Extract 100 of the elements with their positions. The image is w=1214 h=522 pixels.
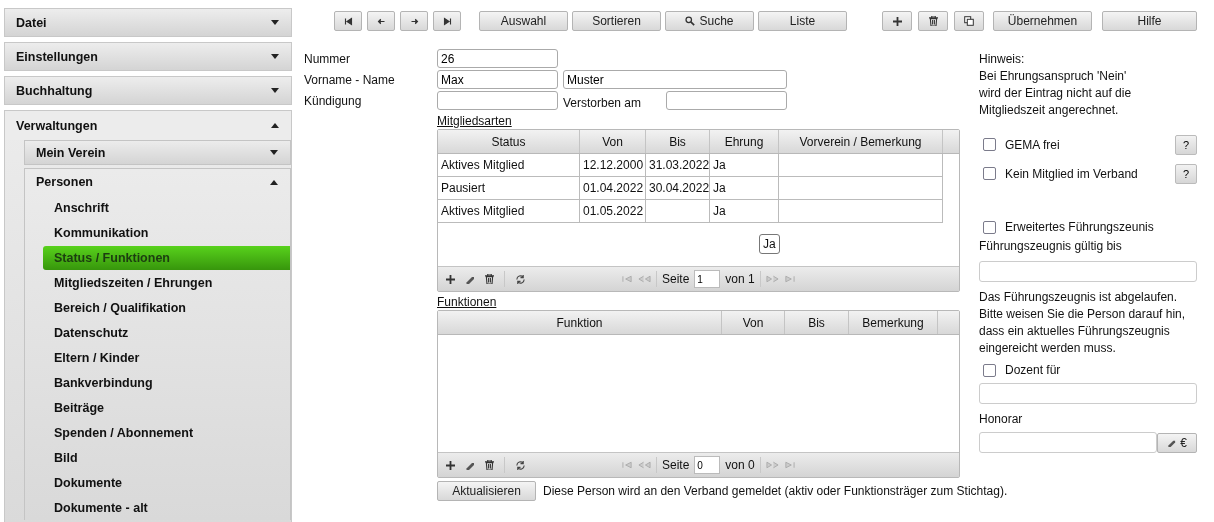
column-header[interactable]: Bis (646, 130, 710, 153)
field-label: Nummer (304, 51, 351, 66)
sidebar-item[interactable]: Mitgliedszeiten / Ehrungen (43, 271, 290, 295)
toolbar-button[interactable]: Hilfe (1102, 11, 1197, 31)
trash-icon[interactable] (485, 460, 494, 470)
page-field[interactable]: 1 (694, 270, 721, 288)
page-label: Seite (662, 272, 690, 286)
column-header[interactable]: Von (580, 130, 646, 153)
help-button[interactable]: ? (1175, 163, 1197, 184)
page-count: von 1 (725, 272, 755, 286)
update-button[interactable]: Aktualisieren (437, 481, 536, 501)
table-cell: Ja (710, 200, 779, 222)
toolbar-button[interactable] (918, 11, 948, 31)
sidebar-subsection[interactable]: Personen (25, 169, 290, 195)
checkbox[interactable] (983, 363, 996, 377)
column-header[interactable]: Status (438, 130, 580, 153)
sidebar-item[interactable]: Datenschutz (43, 321, 290, 345)
caret-icon (271, 123, 279, 128)
page-field[interactable]: 0 (694, 456, 721, 474)
trash-icon[interactable] (485, 274, 494, 284)
table-cell: 01.04.2022 (580, 177, 646, 199)
checkbox[interactable] (983, 167, 996, 180)
column-header[interactable]: Funktion (438, 311, 722, 334)
notice-text: Das Führungszeugnis ist abgelaufen. Bitte weisen Sie die Person darauf hin, dass ein aktuelles Führungszeugnis eingereicht werden muss. (979, 289, 1187, 357)
column-header[interactable]: Bemerkung (849, 311, 938, 334)
copy-icon (964, 16, 974, 26)
caret-icon (271, 88, 279, 93)
sidebar-section[interactable]: Datei (5, 9, 291, 36)
checkbox[interactable] (983, 220, 996, 234)
sidebar-item[interactable]: Anschrift (43, 196, 290, 220)
termination-field[interactable] (437, 91, 558, 110)
sidebar-item[interactable]: Beiträge (43, 396, 290, 420)
sidebar-item[interactable]: Spenden / Abonnement (43, 421, 290, 445)
last-name-field[interactable]: Muster (563, 70, 787, 89)
help-button[interactable]: ? (1175, 134, 1197, 155)
deceased-field[interactable] (666, 91, 787, 110)
table-cell: 01.05.2022 (580, 200, 646, 222)
section-link[interactable]: Funktionen (437, 295, 497, 310)
sidebar-item[interactable]: Eltern / Kinder (43, 346, 290, 370)
first-name-field[interactable]: Max (437, 70, 558, 89)
caret-icon (270, 179, 278, 185)
sidebar-item[interactable]: Status / Funktionen (43, 246, 290, 270)
trash-icon (928, 16, 938, 26)
table-cell: 30.04.2022 (646, 177, 710, 199)
section-link[interactable]: Mitgliedsarten (437, 114, 512, 129)
toolbar-button[interactable]: Übernehmen (993, 11, 1092, 31)
sidebar-item[interactable]: Kommunikation (43, 221, 290, 245)
pencil-icon[interactable] (465, 460, 475, 470)
page-count: von 0 (725, 458, 755, 472)
table-cell: Ja (710, 177, 779, 199)
toolbar-button[interactable]: Auswahl (479, 11, 568, 31)
toolbar-button[interactable] (954, 11, 984, 31)
field-label: Vorname - Name (304, 72, 396, 87)
toolbar-button[interactable]: Liste (758, 11, 847, 31)
navigation-button[interactable] (367, 11, 395, 31)
arrow-icon (409, 16, 419, 26)
checkbox[interactable] (983, 138, 996, 151)
column-header[interactable]: Von (722, 311, 785, 334)
table-cell: Aktives Mitglied (438, 200, 580, 222)
checkbox-label: GEMA frei (1005, 137, 1061, 152)
lecturer-field[interactable] (979, 383, 1197, 404)
pencil-icon (1167, 438, 1177, 447)
caret-icon (271, 54, 279, 59)
sidebar-item[interactable]: Bankverbindung (43, 371, 290, 395)
currency-button[interactable]: € (1157, 432, 1197, 453)
plus-icon[interactable] (446, 274, 455, 284)
hint-text: Hinweis: Bei Ehrungsanspruch 'Nein' wird der Eintrag nicht auf die Mitgliedszeit angerechnet. (979, 51, 1133, 119)
sidebar-item[interactable]: Dokumente (43, 471, 290, 495)
sidebar-section[interactable]: Buchhaltung (5, 77, 291, 104)
toolbar-button[interactable] (882, 11, 912, 31)
refresh-icon[interactable] (515, 459, 526, 471)
plus-icon[interactable] (446, 460, 455, 470)
table-cell: Ja (710, 154, 779, 176)
pencil-icon[interactable] (465, 274, 475, 284)
toolbar-button[interactable]: Sortieren (572, 11, 661, 31)
tooltip: Ja (759, 234, 780, 254)
search-icon (685, 16, 696, 26)
page-label: Seite (662, 458, 690, 472)
column-header[interactable]: Bis (785, 311, 849, 334)
number-field[interactable]: 26 (437, 49, 558, 68)
navigation-button[interactable] (433, 11, 461, 31)
sidebar-item[interactable]: Bereich / Qualifikation (43, 296, 290, 320)
caret-icon (270, 150, 278, 155)
navigation-button[interactable] (334, 11, 362, 31)
arrow-icon (343, 16, 353, 26)
arrow-icon (376, 16, 386, 26)
table-cell: Aktives Mitglied (438, 154, 580, 176)
column-header[interactable]: Ehrung (710, 130, 779, 153)
sidebar-item[interactable]: Bild (43, 446, 290, 470)
sidebar-section[interactable]: Einstellungen (5, 43, 291, 70)
refresh-icon[interactable] (515, 273, 526, 285)
table-cell: 12.12.2000 (580, 154, 646, 176)
sidebar-item[interactable]: Dokumente - alt (43, 496, 290, 520)
column-header[interactable]: Vorverein / Bemerkung (779, 130, 943, 153)
arrow-icon (442, 16, 452, 26)
fee-field[interactable] (979, 432, 1157, 453)
toolbar-button[interactable]: Suche (665, 11, 754, 31)
checkbox-label: Dozent für (1005, 363, 1062, 377)
date-field[interactable] (979, 261, 1197, 282)
navigation-button[interactable] (400, 11, 428, 31)
